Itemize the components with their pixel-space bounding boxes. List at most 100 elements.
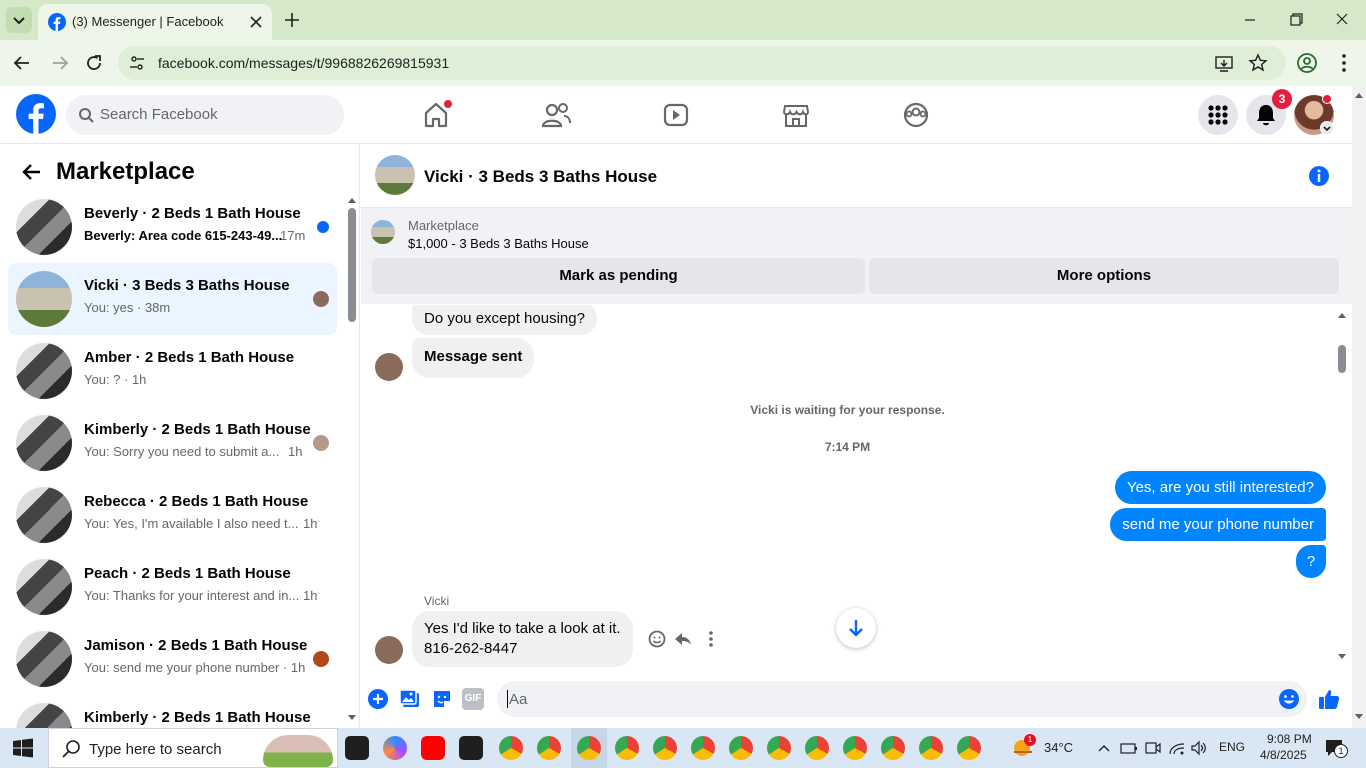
clock-time[interactable]: 9:08 PM — [1267, 732, 1312, 746]
copilot-app-icon[interactable] — [383, 736, 407, 760]
show-hidden-icons[interactable] — [1096, 740, 1112, 756]
close-tab-button[interactable] — [246, 12, 266, 32]
chat-avatar[interactable] — [375, 155, 415, 195]
chrome-profile-icon[interactable] — [729, 736, 753, 760]
weather-widget[interactable]: 1 34°C — [1010, 734, 1080, 762]
chrome-profile-icon[interactable] — [957, 736, 981, 760]
new-tab-button[interactable] — [282, 10, 302, 30]
chrome-profile-icon[interactable] — [767, 736, 791, 760]
close-window-button[interactable] — [1330, 10, 1354, 30]
nav-marketplace[interactable] — [776, 98, 816, 132]
back-button[interactable] — [20, 160, 44, 184]
taskbar-search[interactable]: Type here to search — [48, 728, 338, 768]
language-indicator[interactable]: ENG — [1219, 740, 1245, 754]
tab-search-dropdown-button[interactable] — [6, 7, 32, 33]
conversation-item[interactable]: Jamison · 2 Beds 1 Bath House You: send … — [8, 623, 337, 695]
emoji-button[interactable] — [1278, 688, 1300, 710]
volume-tray-icon[interactable] — [1190, 740, 1208, 756]
thread-scrollbar[interactable] — [1337, 305, 1347, 663]
more-actions-button[interactable] — [367, 688, 389, 710]
nav-home[interactable] — [416, 98, 456, 132]
start-button[interactable] — [12, 738, 34, 758]
install-app-icon[interactable] — [1214, 54, 1234, 74]
nav-friends[interactable] — [536, 98, 576, 132]
clock-date[interactable]: 4/8/2025 — [1260, 748, 1307, 762]
reload-button[interactable] — [82, 51, 106, 75]
scroll-up-arrow-icon[interactable] — [1337, 311, 1347, 319]
like-button[interactable] — [1317, 687, 1341, 711]
chrome-profile-icon[interactable] — [577, 736, 601, 760]
chrome-profile-icon[interactable] — [499, 736, 523, 760]
nav-watch[interactable] — [656, 98, 696, 132]
back-button[interactable] — [10, 51, 34, 75]
address-bar[interactable]: facebook.com/messages/t/9968826269815931 — [118, 46, 1286, 80]
browser-menu-button[interactable] — [1334, 52, 1354, 74]
chrome-profile-icon[interactable] — [919, 736, 943, 760]
listing-price[interactable]: $1,000 - 3 Beds 3 Baths House — [408, 236, 589, 251]
incoming-message[interactable]: Yes I'd like to take a look at it. 816-2… — [412, 611, 633, 667]
listing-thumbnail — [16, 703, 72, 728]
scroll-down-arrow-icon[interactable] — [1352, 712, 1366, 722]
site-settings-icon[interactable] — [128, 54, 146, 72]
notifications-button[interactable]: 3 — [1246, 89, 1292, 135]
chrome-profile-icon[interactable] — [615, 736, 639, 760]
network-tray-icon[interactable] — [1168, 740, 1186, 756]
conversation-item[interactable]: Rebecca · 2 Beds 1 Bath House You: Yes, … — [8, 479, 337, 551]
facebook-logo[interactable] — [16, 94, 56, 134]
chrome-profile-icon[interactable] — [653, 736, 677, 760]
chat-title[interactable]: Vicki · 3 Beds 3 Baths House — [424, 167, 657, 187]
reply-button[interactable] — [673, 629, 693, 649]
nav-groups[interactable] — [896, 98, 936, 132]
message-input[interactable]: Aa — [497, 681, 1307, 717]
chrome-profile-icon[interactable] — [691, 736, 715, 760]
conversation-item[interactable]: Peach · 2 Beds 1 Bath House You: Thanks … — [8, 551, 337, 623]
scroll-to-bottom-button[interactable] — [836, 608, 876, 648]
outgoing-message[interactable]: Yes, are you still interested? — [1114, 471, 1326, 504]
conversation-item[interactable]: Vicki · 3 Beds 3 Baths House You: yes · … — [8, 263, 337, 335]
conversation-item[interactable]: Kimberly · 2 Beds 1 Bath House — [8, 695, 337, 728]
outgoing-message[interactable]: ? — [1296, 545, 1326, 578]
chrome-profile-icon[interactable] — [805, 736, 829, 760]
account-avatar-button[interactable] — [1294, 94, 1334, 135]
scrollbar-thumb[interactable] — [348, 208, 356, 322]
chrome-profile-icon[interactable] — [881, 736, 905, 760]
listing-thumbnail[interactable] — [371, 220, 395, 244]
attach-photo-button[interactable] — [399, 688, 421, 710]
conversation-item[interactable]: Beverly · 2 Beds 1 Bath House Beverly: A… — [8, 191, 337, 263]
incoming-message[interactable]: Message sent — [412, 338, 535, 378]
mark-as-pending-button[interactable]: Mark as pending — [372, 258, 865, 294]
minimize-window-button[interactable] — [1238, 10, 1262, 30]
incoming-message[interactable]: Do you except housing? — [412, 305, 597, 335]
forward-button[interactable] — [48, 51, 72, 75]
conversation-info-button[interactable] — [1307, 164, 1331, 188]
sidebar-scrollbar[interactable] — [347, 196, 357, 722]
scrollbar-thumb[interactable] — [1338, 345, 1346, 373]
browser-tab[interactable]: (3) Messenger | Facebook — [38, 4, 272, 40]
scroll-down-arrow-icon[interactable] — [347, 714, 357, 722]
facebook-search-input[interactable]: Search Facebook — [66, 95, 344, 135]
capcut-app-icon[interactable] — [345, 736, 369, 760]
battery-tray-icon[interactable] — [1120, 740, 1138, 756]
outgoing-message[interactable]: send me your phone number — [1110, 508, 1326, 541]
capcut-app-icon-2[interactable] — [459, 736, 483, 760]
menu-button[interactable] — [1198, 95, 1238, 135]
more-message-actions-button[interactable] — [703, 629, 719, 649]
meet-now-tray-icon[interactable] — [1144, 740, 1162, 756]
chrome-profile-icon[interactable] — [843, 736, 867, 760]
conversation-item[interactable]: Amber · 2 Beds 1 Bath House You: ? · 1h — [8, 335, 337, 407]
bookmark-star-icon[interactable] — [1248, 53, 1268, 73]
gif-button[interactable]: GIF — [462, 688, 484, 710]
sticker-button[interactable] — [431, 688, 453, 710]
scroll-up-arrow-icon[interactable] — [1352, 90, 1366, 100]
notification-center-button[interactable]: 1 — [1324, 738, 1348, 758]
youtube-app-icon[interactable] — [421, 736, 445, 760]
more-options-button[interactable]: More options — [869, 258, 1339, 294]
profile-button[interactable] — [1296, 52, 1318, 74]
restore-window-button[interactable] — [1284, 10, 1308, 30]
react-button[interactable] — [647, 629, 667, 649]
scroll-down-arrow-icon[interactable] — [1337, 653, 1347, 661]
conversation-item[interactable]: Kimberly · 2 Beds 1 Bath House You: Sorr… — [8, 407, 337, 479]
page-scrollbar[interactable] — [1352, 86, 1366, 728]
scroll-up-arrow-icon[interactable] — [347, 196, 357, 204]
chrome-profile-icon[interactable] — [537, 736, 561, 760]
